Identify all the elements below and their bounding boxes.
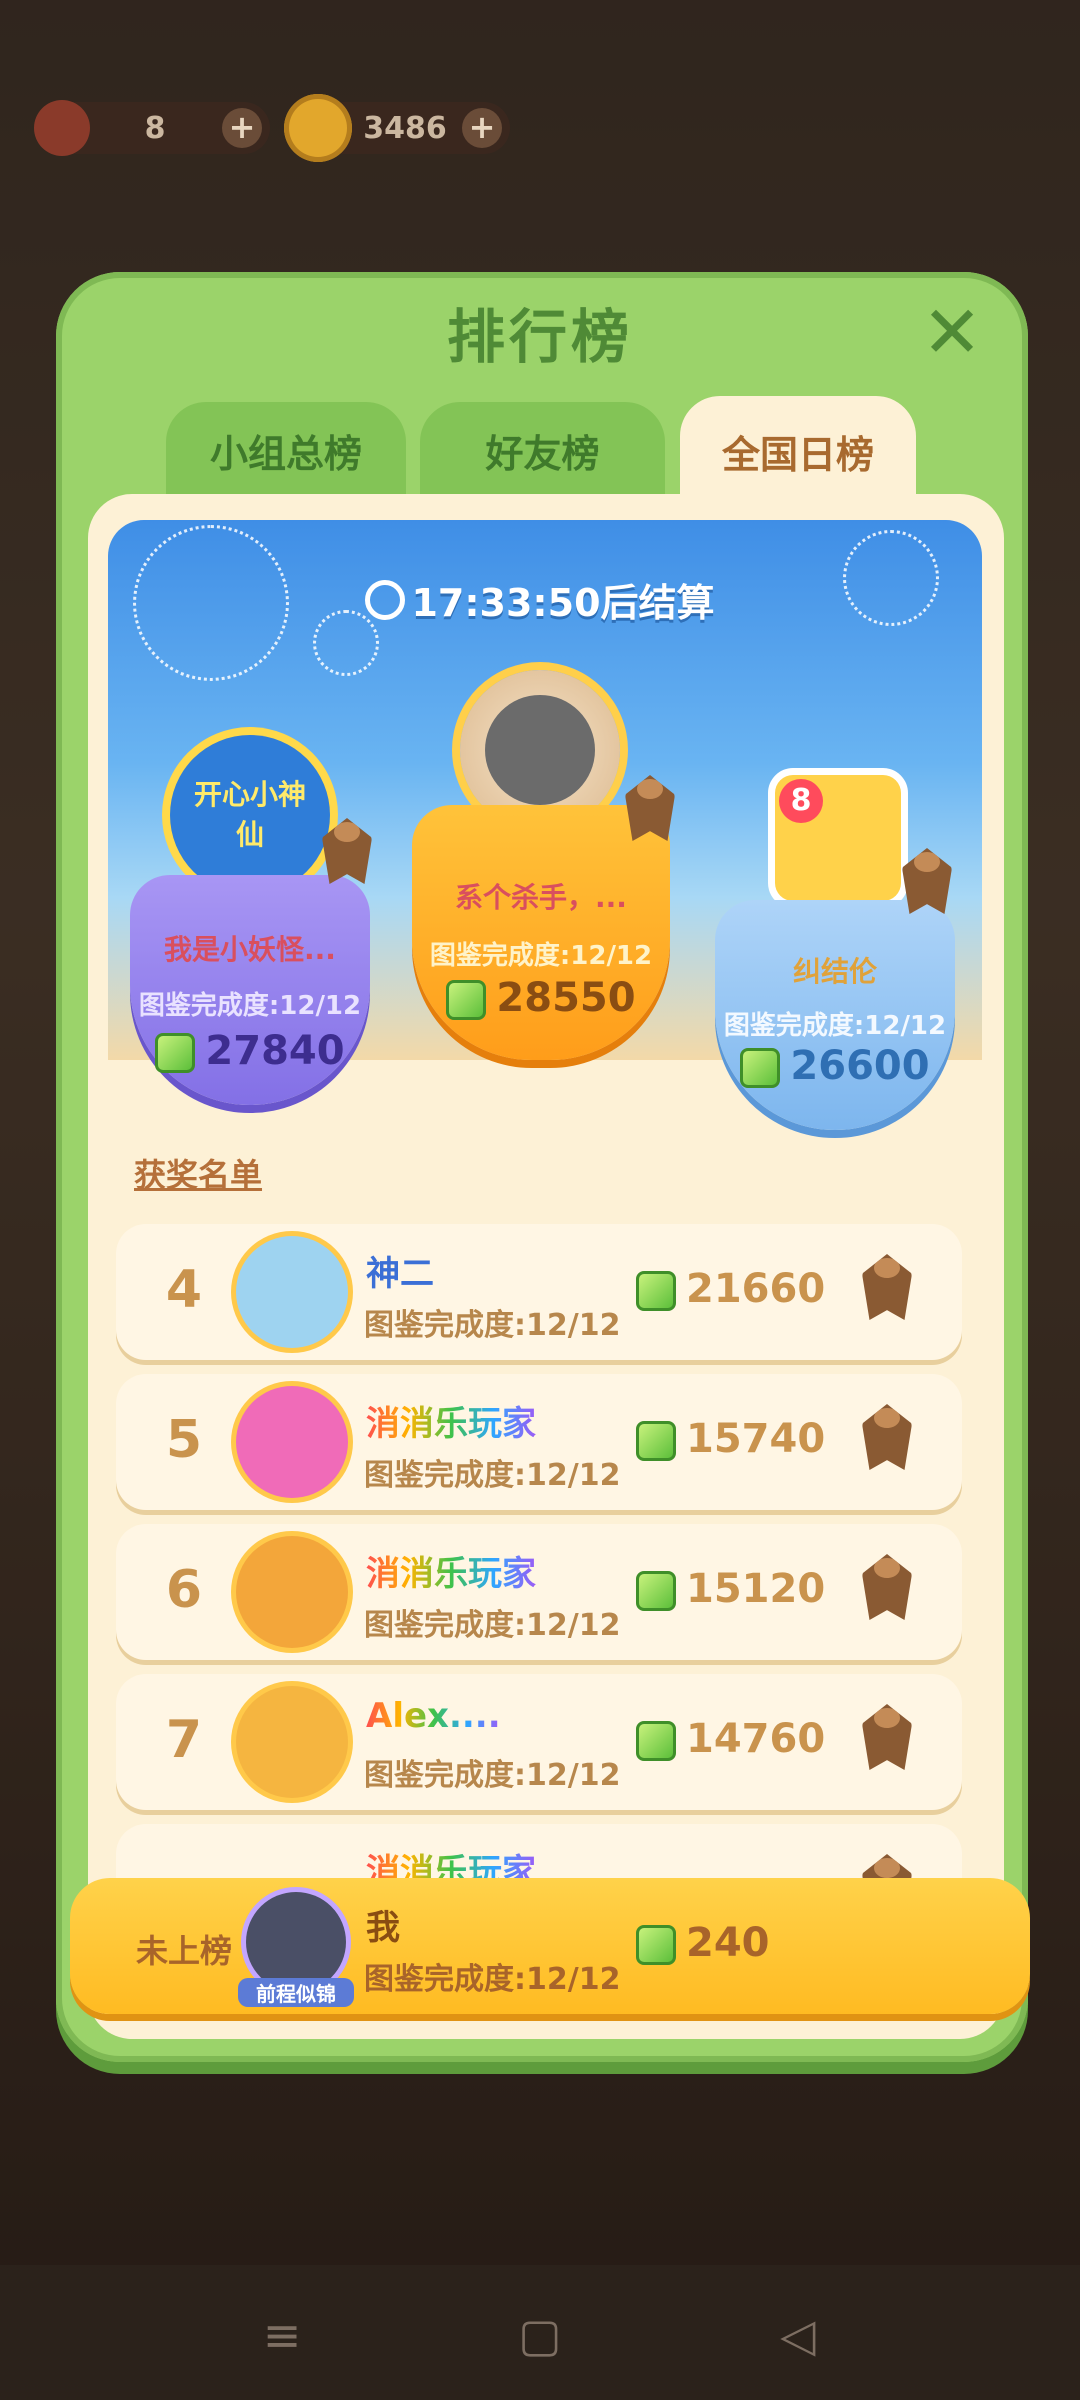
podium-score-value: 27840: [205, 1028, 345, 1074]
gem-icon: [636, 1721, 676, 1761]
menu-icon[interactable]: ≡: [252, 2305, 312, 2365]
home-icon[interactable]: ▢: [510, 2305, 570, 2365]
avatar-rank-3[interactable]: 8: [775, 775, 901, 901]
tab-friends[interactable]: 好友榜: [420, 402, 665, 498]
podium-progress-rank-3: 图鉴完成度:12/12: [723, 1011, 947, 1041]
podium-name-rank-3: 纠结伦: [792, 955, 877, 988]
clock-icon: [365, 580, 406, 620]
player-score-value: 21660: [686, 1266, 826, 1312]
player-name: 消消乐玩家: [366, 1396, 536, 1445]
gem-icon: [636, 1271, 676, 1311]
rank-number: 5: [165, 1410, 203, 1470]
podium-score-value: 26600: [790, 1043, 930, 1089]
gem-icon: [740, 1048, 781, 1088]
podium-score-rank-1: 28550: [412, 975, 670, 1021]
award-list-title: 获奖名单: [134, 1156, 263, 1194]
item-counter: 8 +: [34, 100, 270, 156]
bat-reward-icon: [862, 1554, 912, 1620]
gem-icon: [446, 980, 487, 1020]
my-rank-row[interactable]: 未上榜 前程似锦 我 图鉴完成度:12/12 240: [70, 1878, 1030, 2014]
coin-count: 3486: [363, 110, 447, 146]
list-item[interactable]: 6 消消乐玩家 图鉴完成度:12/12 15120: [116, 1524, 962, 1660]
close-button[interactable]: ✕: [920, 296, 984, 368]
player-score: 15740: [636, 1416, 825, 1462]
my-score: 240: [636, 1920, 770, 1966]
player-name: 消消乐玩家: [366, 1546, 536, 1595]
avatar: [236, 1236, 348, 1348]
gem-icon: [636, 1421, 676, 1461]
player-progress: 图鉴完成度:12/12: [364, 1308, 621, 1343]
podium-name-rank-2: 我是小妖怪...: [164, 933, 336, 966]
podium-name-rank-1: 系个杀手，...: [455, 881, 627, 914]
podium-score-rank-3: 26600: [715, 1043, 955, 1089]
item-count: 8: [144, 110, 166, 146]
bat-reward-icon: [862, 1404, 912, 1470]
player-progress: 图鉴完成度:12/12: [364, 1608, 621, 1643]
player-score: 14760: [636, 1716, 825, 1762]
tab-label: 好友榜: [485, 431, 600, 476]
tab-label: 全国日榜: [721, 432, 874, 477]
player-score-value: 15740: [686, 1416, 826, 1462]
player-score: 15120: [636, 1566, 825, 1612]
list-item[interactable]: 7 Alex.... 图鉴完成度:12/12 14760: [116, 1674, 962, 1810]
settlement-timer: 17:33:50后结算: [0, 572, 1080, 627]
coin-counter: 3486 +: [284, 94, 510, 162]
rank-number: 4: [165, 1260, 203, 1320]
avatar-badge-text: 开心小神仙: [193, 778, 306, 851]
bat-reward-icon: [862, 1254, 912, 1320]
avatar: [236, 1386, 348, 1498]
podium-score-rank-2: 27840: [130, 1028, 370, 1074]
gem-icon: [636, 1571, 676, 1611]
podium-score-value: 28550: [496, 975, 636, 1021]
player-score: 21660: [636, 1266, 825, 1312]
firework-rocket-icon: [34, 100, 90, 156]
timer-text: 17:33:50后结算: [411, 581, 715, 625]
avatar-badge-text: 8: [779, 779, 823, 823]
gem-icon: [636, 1925, 676, 1965]
tab-group-total[interactable]: 小组总榜: [166, 402, 406, 498]
player-progress: 图鉴完成度:12/12: [364, 1758, 621, 1793]
podium-progress-rank-2: 图鉴完成度:12/12: [138, 991, 362, 1021]
list-item[interactable]: 5 消消乐玩家 图鉴完成度:12/12 15740: [116, 1374, 962, 1510]
my-rank-label: 未上榜: [136, 1932, 233, 1970]
tab-national-daily[interactable]: 全国日榜: [680, 396, 916, 506]
rank-number: 7: [165, 1710, 203, 1770]
my-avatar: [246, 1892, 346, 1992]
avatar: [236, 1536, 348, 1648]
list-item[interactable]: 4 神二 图鉴完成度:12/12 21660: [116, 1224, 962, 1360]
player-progress: 图鉴完成度:12/12: [364, 1458, 621, 1493]
rank-number: 6: [165, 1560, 203, 1620]
avatar-rank-2[interactable]: 开心小神仙: [170, 735, 330, 895]
my-score-value: 240: [686, 1920, 770, 1966]
gem-icon: [155, 1033, 196, 1073]
back-icon[interactable]: ◁: [768, 2305, 828, 2365]
my-progress: 图鉴完成度:12/12: [364, 1962, 621, 1997]
add-coin-button[interactable]: +: [462, 108, 502, 148]
tab-label: 小组总榜: [209, 431, 362, 476]
my-avatar-caption: 前程似锦: [238, 1978, 354, 2007]
my-name: 我: [366, 1908, 400, 1948]
podium-progress-rank-1: 图鉴完成度:12/12: [429, 941, 653, 971]
podium-rank-1: [412, 805, 670, 1060]
panel-title: 排行榜: [446, 305, 633, 370]
add-item-button[interactable]: +: [222, 108, 262, 148]
avatar: [236, 1686, 348, 1798]
coin-icon: [284, 94, 352, 162]
bat-reward-icon: [862, 1704, 912, 1770]
player-name: 神二: [366, 1254, 434, 1294]
chicken-frame-icon: [485, 695, 595, 805]
player-name: Alex....: [366, 1696, 501, 1736]
player-score-value: 15120: [686, 1566, 826, 1612]
player-score-value: 14760: [686, 1716, 826, 1762]
